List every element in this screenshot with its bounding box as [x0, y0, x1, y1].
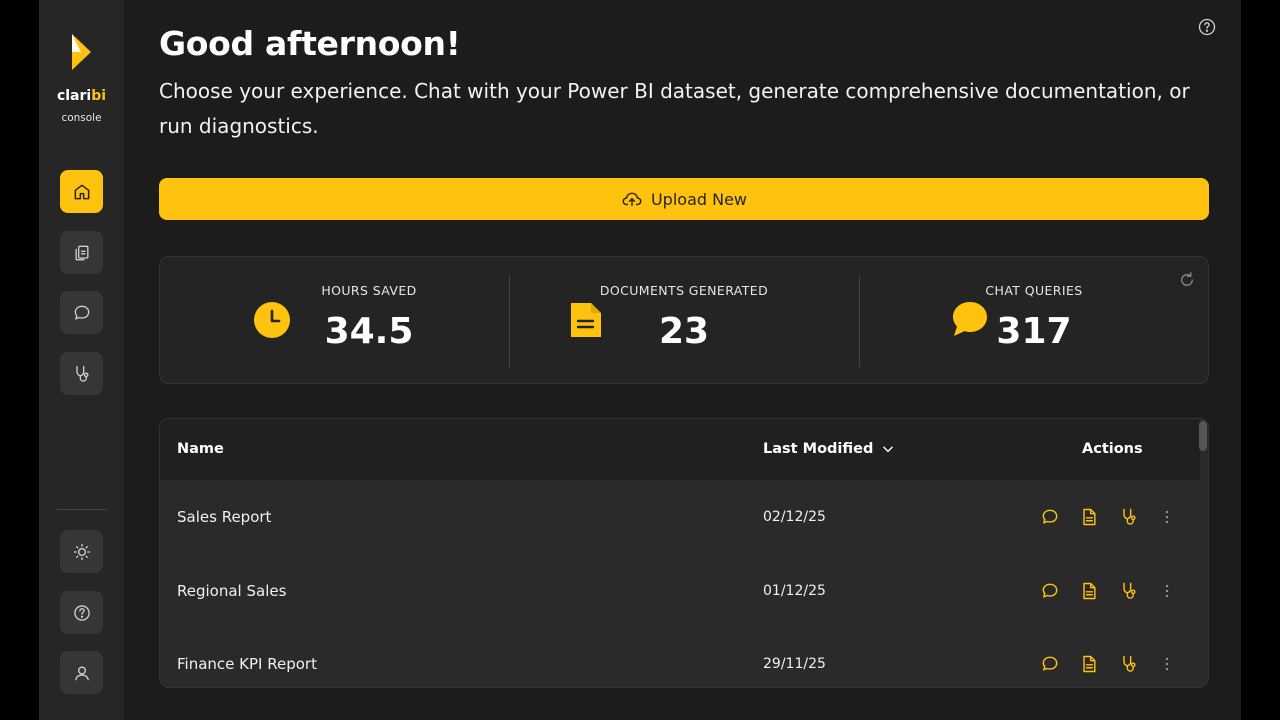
sidebar-divider: [57, 509, 107, 510]
chat-icon: [1042, 583, 1058, 598]
stat-label: DOCUMENTS GENERATED: [599, 283, 769, 298]
row-more-button[interactable]: [1157, 654, 1177, 674]
table-row[interactable]: Sales Report 02/12/25: [160, 480, 1200, 553]
claribi-logo: [72, 34, 91, 70]
table-row[interactable]: Finance KPI Report 29/11/25: [160, 627, 1200, 687]
stat-documents-generated: DOCUMENTS GENERATED 23: [509, 257, 859, 383]
stethoscope-icon: [1123, 655, 1136, 672]
sidebar: claribi console: [39, 0, 124, 720]
app-frame: claribi console Good afternoon! Choose y…: [39, 0, 1241, 720]
stat-value: 34.5: [324, 311, 414, 352]
brand-name: claribi: [39, 88, 124, 104]
row-last-modified: 01/12/25: [763, 583, 826, 599]
row-diagnostics-button[interactable]: [1119, 581, 1139, 601]
table-row[interactable]: Regional Sales 01/12/25: [160, 554, 1200, 627]
sun-icon: [73, 543, 90, 560]
more-vertical-icon: [1165, 510, 1169, 524]
brand-prefix: clari: [56, 88, 92, 104]
stat-value: 23: [658, 311, 710, 352]
help-icon: [73, 604, 90, 621]
nav-chat-button[interactable]: [60, 291, 103, 334]
upload-new-button[interactable]: Upload New: [159, 178, 1209, 220]
chat-icon: [1042, 656, 1058, 671]
document-icon: [1083, 655, 1096, 673]
stat-value: 317: [996, 311, 1072, 352]
cloud-upload-icon: [622, 192, 642, 207]
row-chat-button[interactable]: [1040, 654, 1060, 674]
stat-chat-queries: CHAT QUERIES 317: [859, 257, 1209, 383]
page-subtitle: Choose your experience. Chat with your P…: [159, 79, 1190, 138]
stat-label: HOURS SAVED: [321, 283, 417, 298]
row-diagnostics-button[interactable]: [1119, 507, 1139, 527]
stethoscope-icon: [75, 365, 88, 382]
stats-card: HOURS SAVED 34.5 DOCUMENTS GENERATED 23 …: [159, 256, 1209, 384]
column-header-last-modified-label: Last Modified: [763, 441, 874, 457]
chevron-down-icon: [883, 446, 894, 453]
profile-button[interactable]: [60, 651, 103, 694]
help-button[interactable]: [60, 591, 103, 634]
nav-home-button[interactable]: [60, 170, 103, 213]
row-more-button[interactable]: [1157, 507, 1177, 527]
table-scrollbar[interactable]: [1199, 421, 1207, 451]
document-icon: [1083, 508, 1096, 526]
stat-label: CHAT QUERIES: [985, 283, 1083, 298]
home-icon: [74, 184, 89, 199]
row-diagnostics-button[interactable]: [1119, 654, 1139, 674]
user-icon: [74, 666, 89, 680]
column-header-name[interactable]: Name: [177, 441, 224, 457]
stethoscope-icon: [1123, 582, 1136, 599]
row-document-button[interactable]: [1079, 654, 1099, 674]
more-vertical-icon: [1165, 584, 1169, 598]
row-more-button[interactable]: [1157, 581, 1177, 601]
help-top-icon[interactable]: [1197, 17, 1217, 37]
document-icon: [1083, 582, 1096, 600]
stat-hours-saved: HOURS SAVED 34.5: [160, 257, 510, 383]
chat-icon: [74, 305, 89, 319]
column-header-last-modified[interactable]: Last Modified: [763, 441, 895, 457]
theme-toggle-button[interactable]: [60, 530, 103, 573]
table-header: Name Last Modified Actions: [160, 419, 1200, 480]
column-header-actions: Actions: [1082, 441, 1143, 457]
documents-icon: [75, 245, 88, 260]
page-title: Good afternoon!: [159, 24, 461, 63]
stethoscope-icon: [1123, 508, 1136, 525]
row-name[interactable]: Regional Sales: [177, 582, 286, 600]
row-chat-button[interactable]: [1040, 507, 1060, 527]
row-last-modified: 02/12/25: [763, 509, 826, 525]
chat-icon: [1042, 509, 1058, 524]
row-last-modified: 29/11/25: [763, 656, 826, 672]
row-document-button[interactable]: [1079, 507, 1099, 527]
brand-subtitle: console: [61, 112, 102, 124]
row-name[interactable]: Finance KPI Report: [177, 655, 317, 673]
reports-table: Name Last Modified Actions Sales Report …: [159, 418, 1209, 688]
nav-documents-button[interactable]: [60, 231, 103, 274]
more-vertical-icon: [1165, 657, 1169, 671]
refresh-icon[interactable]: [1178, 271, 1196, 289]
brand-highlight: bi: [91, 88, 107, 104]
upload-new-label: Upload New: [650, 189, 748, 209]
row-name[interactable]: Sales Report: [177, 508, 271, 526]
nav-diagnostics-button[interactable]: [60, 352, 103, 395]
row-chat-button[interactable]: [1040, 581, 1060, 601]
row-document-button[interactable]: [1079, 581, 1099, 601]
